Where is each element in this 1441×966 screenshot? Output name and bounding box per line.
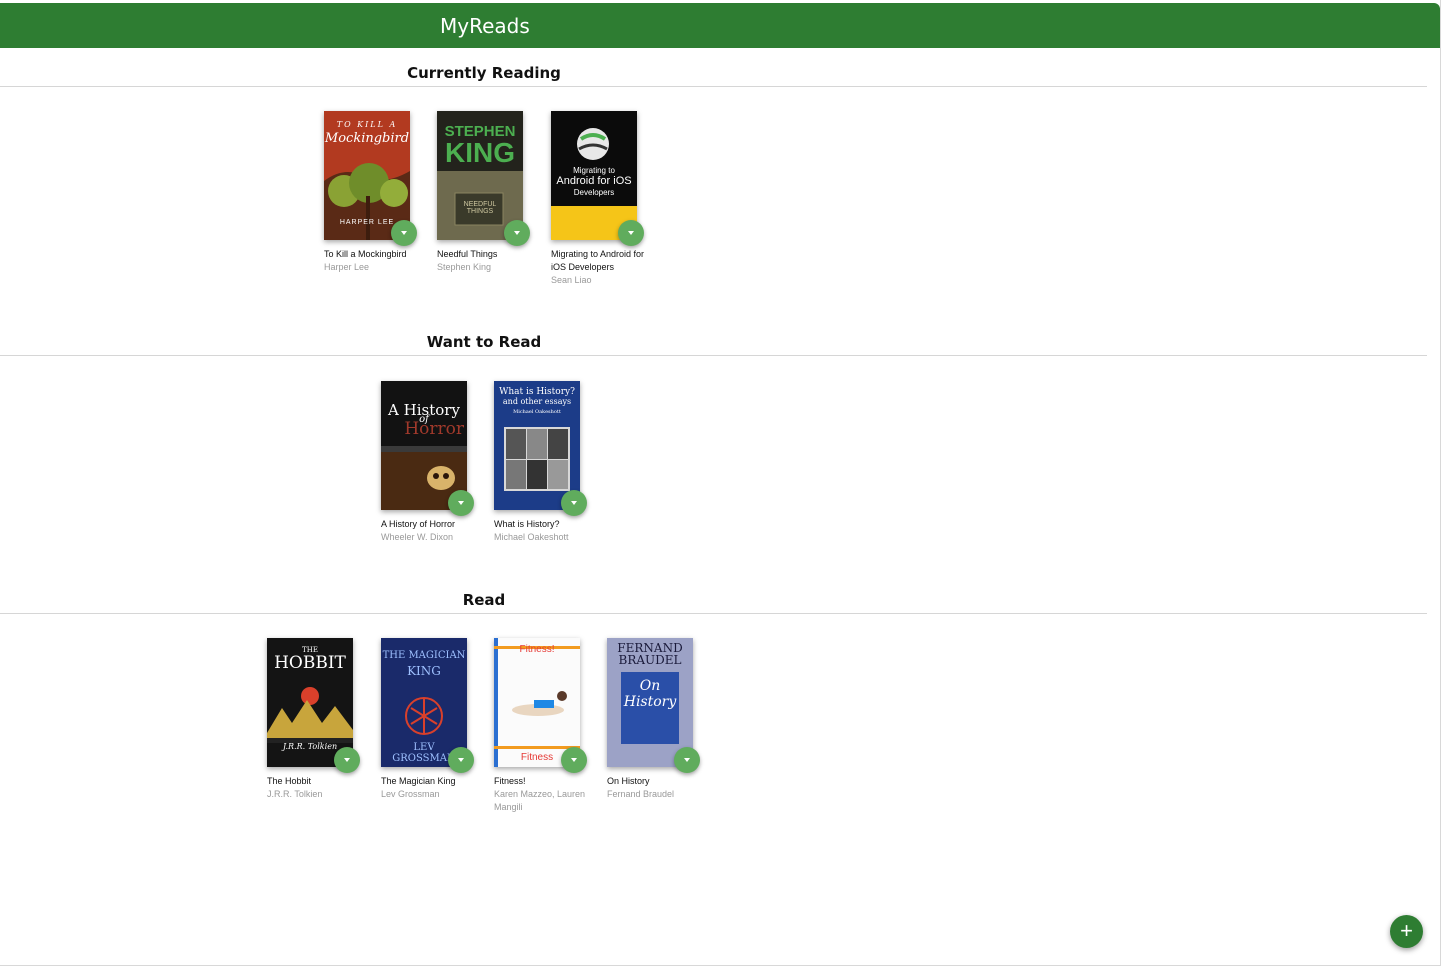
book-title: To Kill a Mockingbird xyxy=(324,249,407,259)
book-title: What is History? xyxy=(494,519,560,529)
cover-text: BRAUDEL xyxy=(618,653,682,667)
cover-text: Fitness! xyxy=(519,644,555,655)
book-title: The Hobbit xyxy=(267,776,312,786)
cover-text: Migrating to xyxy=(573,166,615,175)
book-the-magician-king: THE MAGICIAN KING LEV GROSSMAN The Magic… xyxy=(381,638,493,801)
cover-text: Android for iOS xyxy=(556,175,632,187)
shelf-changer-button[interactable] xyxy=(618,220,644,246)
shelf-divider xyxy=(0,86,1427,87)
cover-text: History xyxy=(623,694,677,710)
cover-text: Mockingbird xyxy=(324,131,410,146)
book-authors: Stephen King xyxy=(437,262,492,272)
cover-text: Michael Oakeshott xyxy=(513,409,561,415)
plus-icon: + xyxy=(1400,918,1413,943)
add-book-button[interactable]: + xyxy=(1390,915,1423,948)
book-title: Fitness! xyxy=(494,776,526,786)
book-title: On History xyxy=(607,776,650,786)
shelf-changer-button[interactable] xyxy=(391,220,417,246)
book-title: The Magician King xyxy=(381,776,456,786)
chevron-down-icon xyxy=(571,501,577,505)
cover-text: Horror xyxy=(404,419,464,439)
chevron-down-icon xyxy=(458,758,464,762)
cover-text: On xyxy=(639,678,661,694)
chevron-down-icon xyxy=(684,758,690,762)
shelf-changer-button[interactable] xyxy=(561,747,587,773)
chevron-down-icon xyxy=(401,231,407,235)
book-authors: J.R.R. Tolkien xyxy=(267,789,323,799)
book-authors: Michael Oakeshott xyxy=(494,532,569,542)
shelf-changer-button[interactable] xyxy=(448,490,474,516)
cover-text: HOBBIT xyxy=(274,653,346,673)
book-what-is-history: What is History? and other essays Michae… xyxy=(494,381,606,544)
shelf-divider xyxy=(0,613,1427,614)
book-on-history: FERNAND BRAUDEL On History On History Fe… xyxy=(607,638,719,801)
shelf-changer-button[interactable] xyxy=(561,490,587,516)
book-title: A History of Horror xyxy=(381,519,456,529)
chevron-down-icon xyxy=(458,501,464,505)
book-authors: Wheeler W. Dixon xyxy=(381,532,454,542)
book-fitness: Fitness! Fitness Fitness! Karen Mazzeo, … xyxy=(494,638,606,814)
book-the-hobbit: THE HOBBIT J.R.R. Tolkien The Hobbit J.R… xyxy=(267,638,379,801)
chevron-down-icon xyxy=(344,758,350,762)
book-a-history-of-horror: A History of Horror A History of Horror … xyxy=(381,381,493,544)
cover-text: NEEDFUL THINGS xyxy=(463,201,497,215)
book-title: Needful Things xyxy=(437,249,498,259)
app-header: MyReads xyxy=(0,3,1440,48)
app: MyReads Currently Reading TO KILL A Mock… xyxy=(0,0,1441,966)
shelf-changer-button[interactable] xyxy=(448,747,474,773)
shelf-changer-button[interactable] xyxy=(504,220,530,246)
shelf-title-read: Read xyxy=(462,591,506,609)
cover-text: TO KILL A xyxy=(336,120,398,129)
book-migrating-to-android: Migrating to Android for iOS Developers … xyxy=(551,111,663,287)
shelf-changer-button[interactable] xyxy=(674,747,700,773)
shelf-title-currently-reading: Currently Reading xyxy=(407,64,561,82)
book-authors: Karen Mazzeo, Lauren Mangili xyxy=(494,789,586,812)
cover-text: and other essays xyxy=(502,397,572,406)
book-authors: Sean Liao xyxy=(551,275,592,285)
book-authors: Harper Lee xyxy=(324,262,370,272)
book-authors: Lev Grossman xyxy=(381,789,440,799)
book-title: Migrating to Android for iOS Developers xyxy=(551,249,645,272)
shelf-changer-button[interactable] xyxy=(334,747,360,773)
book-authors: Fernand Braudel xyxy=(607,789,675,799)
cover-text: What is History? xyxy=(499,387,575,397)
app-title: MyReads xyxy=(440,14,530,38)
cover-text: KING xyxy=(445,137,515,168)
book-needful-things: STEPHEN KING NEEDFUL THINGS Needful Thin… xyxy=(437,111,549,274)
cover-text: Developers xyxy=(573,188,615,197)
book-to-kill-a-mockingbird: TO KILL A Mockingbird HARPER LEE To Kill… xyxy=(324,111,436,274)
shelf-title-want-to-read: Want to Read xyxy=(426,333,542,351)
chevron-down-icon xyxy=(628,231,634,235)
cover-text: THE MAGICIAN xyxy=(382,650,466,661)
shelf-divider xyxy=(0,355,1427,356)
chevron-down-icon xyxy=(571,758,577,762)
chevron-down-icon xyxy=(514,231,520,235)
cover-text: KING xyxy=(407,664,441,678)
